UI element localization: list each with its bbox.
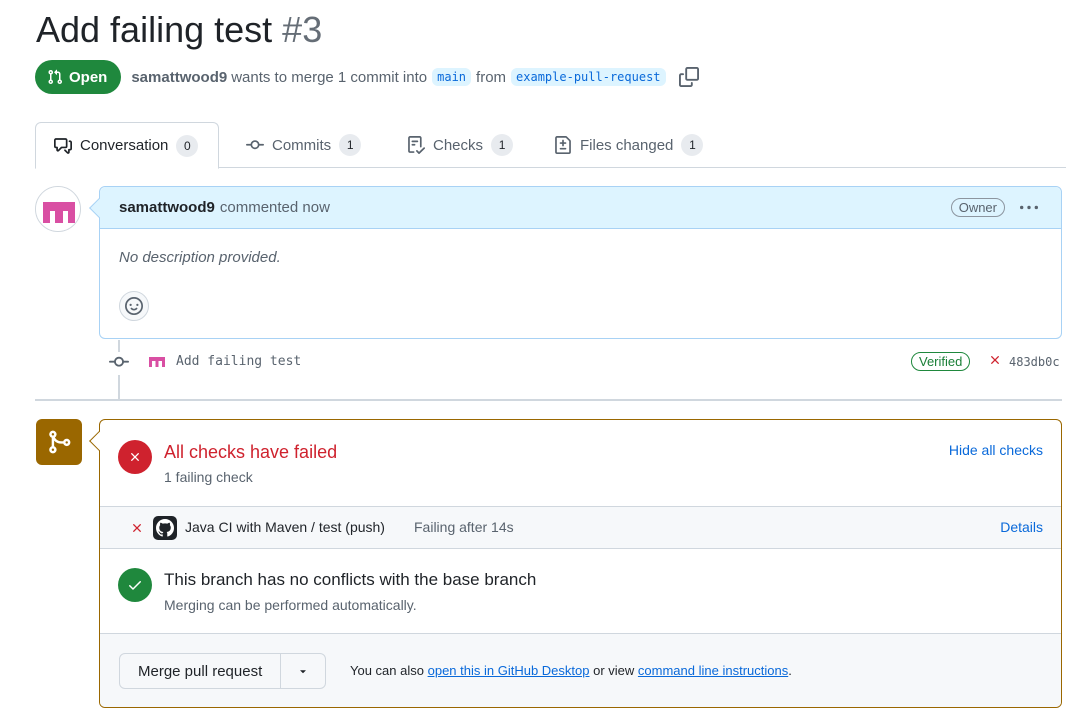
copy-icon[interactable] — [678, 67, 699, 87]
tab-conversation-count: 0 — [176, 134, 199, 157]
tab-conversation-label: Conversation — [80, 137, 169, 154]
check-name: Java CI with Maven / test (push) — [185, 519, 385, 535]
merge-box: All checks have failed 1 failing check H… — [99, 419, 1062, 708]
comment-discussion-icon — [54, 137, 72, 154]
conflicts-subtitle: Merging can be performed automatically. — [164, 597, 417, 613]
merge-pull-request-button[interactable]: Merge pull request — [120, 654, 282, 688]
pr-tabs: Conversation 0 Commits 1 Checks 1 Files … — [35, 122, 1066, 169]
git-pull-request-icon — [48, 69, 63, 85]
tab-checks[interactable]: Checks 1 — [407, 122, 514, 168]
owner-badge: Owner — [950, 198, 1005, 217]
tab-checks-label: Checks — [433, 136, 484, 154]
git-commit-icon — [109, 352, 129, 375]
pr-title-text: Add failing test — [36, 9, 273, 50]
merge-status-icon-box — [36, 419, 82, 465]
commit-sha-link[interactable]: 483db0c — [1009, 355, 1060, 369]
merge-footer: Merge pull request You can also open thi… — [100, 633, 1061, 707]
comment-body: No description provided. — [119, 249, 281, 266]
tab-checks-count: 1 — [491, 134, 514, 156]
tab-commits-label: Commits — [272, 136, 332, 154]
also-text: You can also — [350, 663, 424, 678]
command-line-instructions-link[interactable]: command line instructions — [638, 663, 788, 678]
verified-badge[interactable]: Verified — [911, 352, 971, 371]
no-conflicts-icon — [118, 568, 152, 602]
merge-button-group: Merge pull request — [119, 653, 327, 689]
pr-description-comment: samattwood9 commented now Owner No descr… — [89, 186, 1062, 339]
tab-conversation[interactable]: Conversation 0 — [35, 122, 220, 169]
file-diff-icon — [555, 136, 571, 154]
smiley-icon — [125, 297, 143, 315]
comment-author-avatar[interactable] — [35, 186, 81, 232]
checks-section: All checks have failed 1 failing check H… — [100, 420, 1061, 506]
checklist-icon — [408, 136, 425, 154]
base-branch-label[interactable]: main — [432, 68, 472, 86]
head-branch-label[interactable]: example-pull-request — [511, 68, 666, 86]
from-text: from — [476, 68, 507, 86]
comment-header: samattwood9 commented now Owner — [100, 187, 1061, 229]
footer-period: . — [788, 663, 792, 678]
checks-title: All checks have failed — [164, 442, 338, 462]
pr-state-row: Open samattwood9 wants to merge 1 commit… — [35, 60, 699, 94]
tab-files-changed[interactable]: Files changed 1 — [554, 122, 704, 168]
kebab-horizontal-icon[interactable] — [1019, 199, 1039, 221]
triangle-down-icon — [300, 670, 306, 674]
open-github-desktop-link[interactable]: open this in GitHub Desktop — [428, 663, 590, 678]
merge-description: wants to merge 1 commit into — [231, 68, 428, 86]
add-reaction-button[interactable] — [119, 291, 149, 321]
merge-method-dropdown[interactable] — [281, 654, 325, 688]
x-icon[interactable] — [988, 353, 1002, 370]
tab-commits-count: 1 — [339, 134, 362, 156]
comment-author-link[interactable]: samattwood9 — [119, 199, 215, 216]
commit-message-link[interactable]: Add failing test — [176, 354, 301, 369]
pr-meta: samattwood9 wants to merge 1 commit into… — [131, 67, 699, 87]
checks-subtitle: 1 failing check — [164, 469, 253, 485]
tab-commits[interactable]: Commits 1 — [246, 122, 362, 168]
pr-title: Add failing test #3 — [36, 8, 322, 52]
or-view-text: or view — [593, 663, 635, 678]
comment-timestamp[interactable]: commented now — [220, 199, 330, 216]
pr-number: #3 — [282, 9, 323, 50]
checks-failed-icon — [118, 440, 152, 474]
tab-files-changed-label: Files changed — [580, 136, 674, 154]
open-state-label: Open — [69, 68, 108, 86]
hide-all-checks-link[interactable]: Hide all checks — [949, 442, 1043, 458]
x-icon — [130, 521, 144, 538]
git-commit-icon — [246, 140, 264, 150]
open-state-badge: Open — [35, 60, 122, 94]
timeline-divider — [35, 399, 1062, 401]
pr-author-link[interactable]: samattwood9 — [131, 69, 227, 86]
commit-author-avatar[interactable] — [147, 351, 167, 371]
tab-files-changed-count: 1 — [681, 134, 704, 156]
github-logo-icon — [153, 516, 177, 540]
git-merge-icon — [49, 430, 71, 454]
check-details-link[interactable]: Details — [1000, 519, 1043, 535]
conflicts-title: This branch has no conflicts with the ba… — [164, 570, 537, 589]
check-row: Java CI with Maven / test (push) Failing… — [100, 506, 1061, 549]
merge-footer-text: You can also open this in GitHub Desktop… — [350, 663, 792, 678]
check-status: Failing after 14s — [414, 519, 514, 535]
